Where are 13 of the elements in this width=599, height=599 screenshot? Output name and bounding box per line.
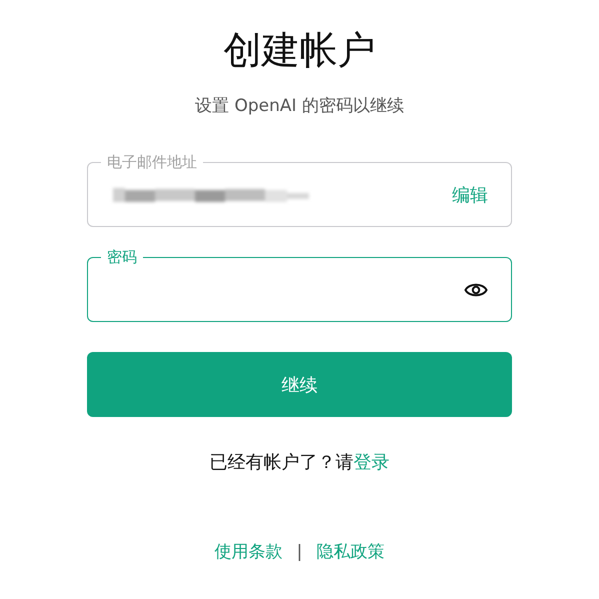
continue-button[interactable]: 继续 (87, 352, 512, 417)
edit-link[interactable]: 编辑 (452, 182, 488, 206)
login-link[interactable]: 登录 (354, 452, 390, 473)
separator: | (296, 542, 302, 562)
terms-link[interactable]: 使用条款 (214, 540, 283, 563)
subtitle: 设置 OpenAI 的密码以继续 (195, 95, 404, 118)
email-field[interactable]: 电子邮件地址 编辑 (87, 152, 512, 227)
field-label: 密码 (101, 247, 143, 267)
password-field[interactable]: 密码 (87, 247, 512, 322)
page-title: 创建帐户 (224, 27, 376, 74)
privacy-link[interactable]: 隐私政策 (316, 540, 384, 563)
login-prompt-text: 已经有帐户了？请 (210, 452, 354, 473)
field-label: 电子邮件地址 (101, 152, 203, 172)
